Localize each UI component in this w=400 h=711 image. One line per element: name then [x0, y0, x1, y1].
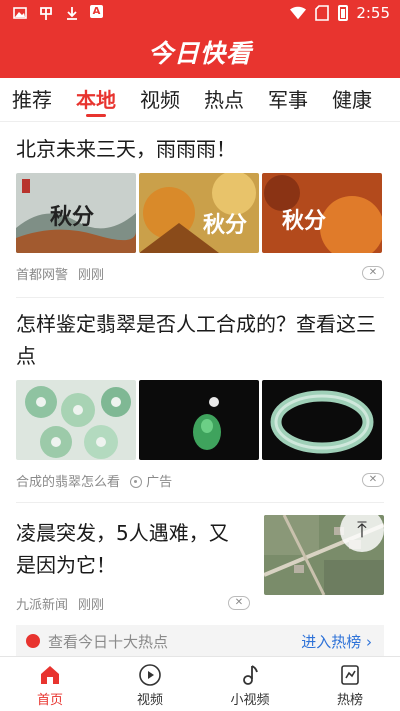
app-header: A 2:55 今日快看	[0, 0, 400, 78]
news-title[interactable]: 凌晨突发，5人遇难，又是因为它！	[16, 517, 236, 581]
news-title[interactable]: 怎样鉴定翡翠是否人工合成的？查看这三点	[16, 308, 384, 372]
ad-icon	[130, 476, 143, 488]
bottom-nav: 首页 视频 小视频 热榜	[0, 656, 400, 711]
hot-list-link[interactable]: 进入热榜 ›	[301, 631, 372, 652]
jade-beads-image[interactable]	[16, 380, 136, 460]
news-source[interactable]: 九派新闻	[16, 594, 68, 613]
tab-hot[interactable]: 热点	[192, 78, 256, 121]
music-note-icon	[243, 665, 258, 685]
image-caption: 秋分	[282, 208, 327, 234]
image-caption: 秋分	[50, 204, 95, 230]
status-time: 2:55	[356, 4, 390, 22]
wifi-icon	[290, 5, 307, 21]
news-time: 刚刚	[78, 267, 105, 283]
close-icon[interactable]: ✕	[362, 266, 384, 280]
a-icon: A	[90, 5, 103, 18]
tab-health[interactable]: 健康	[320, 78, 384, 121]
nav-home[interactable]: 首页	[0, 657, 100, 711]
news-card[interactable]: 北京未来三天，雨雨雨！ 秋分 秋分 秋分 首都网警 刚刚 ✕	[16, 123, 384, 298]
autumn-image[interactable]: 秋分	[139, 173, 259, 253]
news-feed: 北京未来三天，雨雨雨！ 秋分 秋分 秋分 首都网警 刚刚 ✕ 怎样鉴定翡翠是否人…	[0, 123, 400, 656]
tab-military[interactable]: 军事	[256, 78, 320, 121]
nav-video[interactable]: 视频	[100, 657, 200, 711]
tab-local[interactable]: 本地	[64, 78, 128, 121]
autumn-image[interactable]: 秋分	[16, 173, 136, 253]
download-icon	[64, 5, 80, 21]
news-source[interactable]: 首都网警	[16, 264, 68, 283]
battery-icon	[338, 5, 349, 21]
home-icon	[41, 666, 59, 684]
image-caption: 秋分	[203, 212, 248, 238]
hot-list-text: 查看今日十大热点	[48, 632, 169, 651]
close-icon[interactable]: ✕	[228, 596, 250, 610]
app-title: 今日快看	[147, 39, 252, 68]
scroll-to-top-button[interactable]: ⤒	[340, 508, 384, 552]
nav-short-video[interactable]: 小视频	[200, 657, 300, 711]
sim-icon	[314, 5, 330, 21]
news-time: 刚刚	[78, 597, 105, 613]
image-icon	[12, 5, 28, 21]
xiaohongshu-icon	[38, 5, 54, 21]
ad-card[interactable]: 怎样鉴定翡翠是否人工合成的？查看这三点 合成的翡翠怎么看 广告 ✕	[16, 298, 384, 503]
ad-source[interactable]: 合成的翡翠怎么看	[16, 471, 120, 490]
tab-video[interactable]: 视频	[128, 78, 192, 121]
nav-hot-list[interactable]: 热榜	[300, 657, 400, 711]
news-title[interactable]: 北京未来三天，雨雨雨！	[16, 133, 384, 165]
ad-badge: 广告	[130, 471, 172, 490]
fire-icon	[26, 634, 40, 648]
autumn-image[interactable]: 秋分	[262, 173, 382, 253]
hot-list-banner[interactable]: 查看今日十大热点 进入热榜 ›	[16, 625, 384, 656]
close-icon[interactable]: ✕	[362, 473, 384, 487]
news-card[interactable]: 凌晨突发，5人遇难，又是因为它！ 九派新闻 刚刚 ✕	[16, 503, 384, 623]
status-bar: A 2:55	[0, 0, 400, 28]
jade-pendant-image[interactable]	[139, 380, 259, 460]
tab-recommend[interactable]: 推荐	[0, 78, 64, 121]
play-icon	[139, 664, 161, 686]
category-tabs: 推荐 本地 视频 热点 军事 健康	[0, 78, 400, 122]
chart-icon	[341, 665, 359, 685]
jade-bangle-image[interactable]	[262, 380, 382, 460]
